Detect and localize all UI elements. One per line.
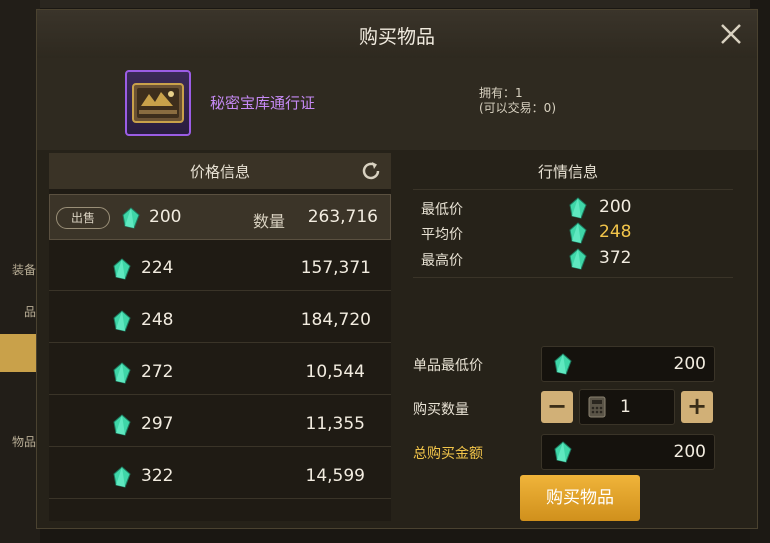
quantity-value: 14,599 [305,466,365,486]
price-row[interactable]: 248 184,720 [49,297,391,343]
gem-icon [554,441,572,463]
background-tab-equip[interactable]: 装备 [0,250,38,288]
calculator-icon[interactable] [588,396,606,418]
price-row[interactable]: 出售 200 数量 263,716 [49,194,391,240]
decrease-button[interactable]: − [541,391,573,423]
quantity-value: 157,371 [300,258,371,278]
quantity-value: 184,720 [300,310,371,330]
quantity-label: 购买数量 [413,402,469,418]
price-value: 224 [141,258,174,278]
background-top-bar [40,0,770,8]
quantity-input[interactable]: 1 [579,389,675,425]
price-row[interactable]: 322 14,599 [49,453,391,499]
divider [413,277,733,278]
price-value: 322 [141,466,174,486]
owned-count: 拥有：1 (可以交易：0) [479,86,556,116]
gem-icon [569,222,587,244]
tradeable-label: (可以交易：0) [479,101,556,115]
price-row[interactable]: 224 157,371 [49,245,391,291]
unit-min-price-label: 单品最低价 [413,358,483,374]
background-tab-item[interactable]: 品 [0,292,38,330]
gem-icon [113,466,131,488]
modal-header: 购买物品 [37,10,757,59]
owned-label: 拥有：1 [479,86,523,100]
gem-icon [113,362,131,384]
close-button[interactable] [717,20,745,48]
avg-price-label: 平均价 [421,227,463,243]
market-info-header: 行情信息 [403,153,747,189]
max-price-value: 372 [599,248,632,268]
divider [413,189,733,190]
price-row[interactable]: 272 10,544 [49,349,391,395]
treasure-pass-icon[interactable] [125,70,191,136]
quantity-value: 263,716 [307,207,378,227]
gem-icon [569,248,587,270]
item-info-row: 秘密宝库通行证 拥有：1 (可以交易：0) [37,58,757,150]
total-amount-field: 200 [541,434,715,470]
unit-min-price-value: 200 [673,354,706,374]
max-price-label: 最高价 [421,253,463,269]
background-side-menu: 装备 品 物品 [0,0,40,543]
price-value: 272 [141,362,174,382]
quantity-value: 11,355 [305,414,365,434]
price-value: 200 [149,207,182,227]
min-price-label: 最低价 [421,202,463,218]
total-amount-label: 总购买金额 [413,446,483,462]
background-tab-goods[interactable]: 物品 [0,422,38,460]
total-amount-value: 200 [673,442,706,462]
sell-tag: 出售 [56,207,110,229]
avg-price-value: 248 [599,222,632,242]
price-info-panel: 价格信息 出售 200 数量 263,716 224 157,371 248 1… [49,153,391,521]
price-value: 297 [141,414,174,434]
market-info-title: 行情信息 [537,163,598,181]
item-name: 秘密宝库通行证 [210,94,316,112]
buy-item-button[interactable]: 购买物品 [520,475,640,521]
gem-icon [569,197,587,219]
price-info-title: 价格信息 [189,163,250,181]
gem-icon [113,310,131,332]
refresh-icon[interactable] [359,159,383,183]
price-info-header: 价格信息 [49,153,391,189]
min-price-value: 200 [599,197,632,217]
modal-title: 购买物品 [358,26,435,48]
gem-icon [113,258,131,280]
quantity-value: 10,544 [305,362,365,382]
quantity-value: 1 [620,397,631,417]
price-value: 248 [141,310,174,330]
increase-button[interactable]: + [681,391,713,423]
purchase-modal: 购买物品 秘密宝库通行证 拥有：1 (可以交易：0) 价格信息 出售 200 数… [36,9,758,529]
unit-min-price-field: 200 [541,346,715,382]
gem-icon [554,353,572,375]
close-icon [721,24,741,44]
background-tab-active[interactable] [0,334,38,372]
market-info-panel: 行情信息 最低价 200 平均价 248 最高价 372 单品最低价 200 购… [403,153,747,521]
price-row[interactable]: 297 11,355 [49,401,391,447]
gem-icon [122,207,140,229]
gem-icon [113,414,131,436]
